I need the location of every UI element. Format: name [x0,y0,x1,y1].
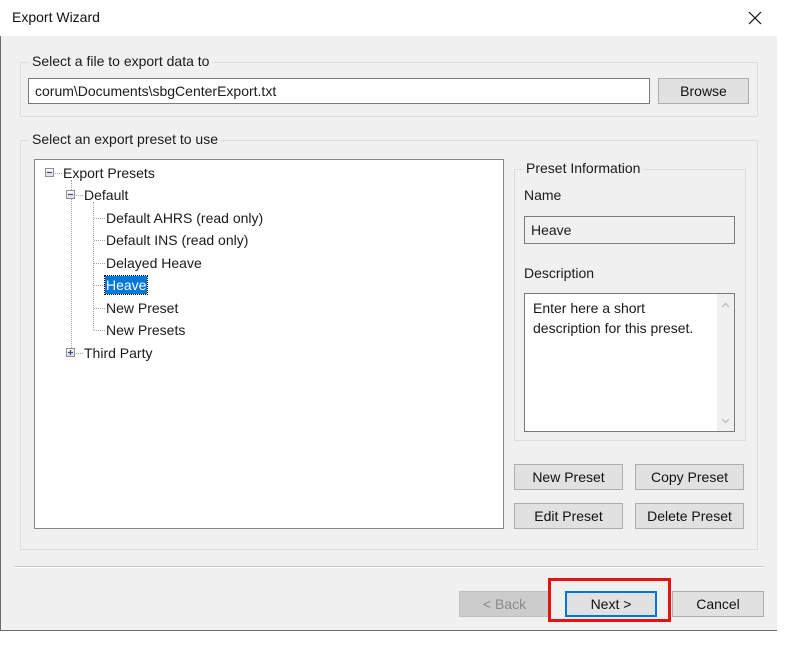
tree-node-label: New Presets [106,322,186,338]
preset-group-legend: Select an export preset to use [29,131,221,147]
tree-connector [94,308,105,309]
close-icon [748,11,762,25]
export-path-input[interactable]: corum\Documents\sbgCenterExport.txt [28,78,650,104]
tree-node-preset[interactable]: Default INS (read only) [105,230,249,250]
chevron-down-icon [721,418,730,423]
scroll-up-button[interactable] [717,296,734,313]
description-scrollbar[interactable] [717,294,734,431]
footer-separator [14,566,764,568]
copy-preset-button[interactable]: Copy Preset [635,464,744,490]
next-button[interactable]: Next > [565,591,657,617]
tree-node-label: Delayed Heave [106,255,202,271]
cancel-button[interactable]: Cancel [672,591,764,617]
tree-node-root[interactable]: Export Presets [62,163,156,183]
window-title: Export Wizard [12,9,100,25]
title-bar: Export Wizard [0,0,796,36]
tree-node-preset[interactable]: New Preset [105,298,179,318]
tree-node-label: Export Presets [63,165,155,181]
tree-connector [76,195,83,196]
expand-icon[interactable] [66,348,75,357]
tree-connector [94,218,105,219]
file-group-legend: Select a file to export data to [29,53,213,69]
browse-button[interactable]: Browse [658,78,749,104]
tree-connector [71,180,72,354]
tree-node-label: Default INS (read only) [106,232,249,248]
tree-node-label: New Preset [106,300,179,316]
tree-node-default[interactable]: Default [83,185,129,205]
preset-description-field[interactable]: Enter here a short description for this … [524,293,735,432]
back-button[interactable]: < Back [459,591,550,617]
name-label: Name [524,187,562,203]
tree-connector [93,202,94,330]
preset-info-legend: Preset Information [523,160,644,176]
tree-node-third-party[interactable]: Third Party [83,343,153,363]
tree-connector [94,285,105,286]
scroll-down-button[interactable] [717,412,734,429]
collapse-icon[interactable] [66,190,75,199]
collapse-icon[interactable] [45,168,54,177]
tree-connector [76,353,83,354]
tree-connector [94,240,105,241]
new-preset-button[interactable]: New Preset [514,464,623,490]
tree-node-label: Default AHRS (read only) [106,210,264,226]
description-text: Enter here a short description for this … [533,300,694,336]
tree-node-label: Third Party [84,345,153,361]
edit-preset-button[interactable]: Edit Preset [514,503,623,529]
tree-connector [94,263,105,264]
preset-name-field[interactable]: Heave [524,216,735,244]
chevron-up-icon [721,302,730,307]
preset-tree[interactable]: Export Presets Default Default AHRS (rea… [34,159,504,529]
tree-connector [55,173,62,174]
tree-node-label: Heave [103,275,149,295]
dialog-body: Select a file to export data to corum\Do… [0,36,777,631]
tree-node-preset[interactable]: Delayed Heave [105,253,203,273]
tree-node-preset-selected[interactable]: Heave [103,275,149,295]
description-label: Description [524,265,595,281]
tree-node-preset[interactable]: New Presets [105,320,186,340]
tree-node-label: Default [84,187,129,203]
tree-connector [94,330,105,331]
delete-preset-button[interactable]: Delete Preset [635,503,744,529]
tree-node-preset[interactable]: Default AHRS (read only) [105,208,264,228]
close-button[interactable] [738,4,772,32]
